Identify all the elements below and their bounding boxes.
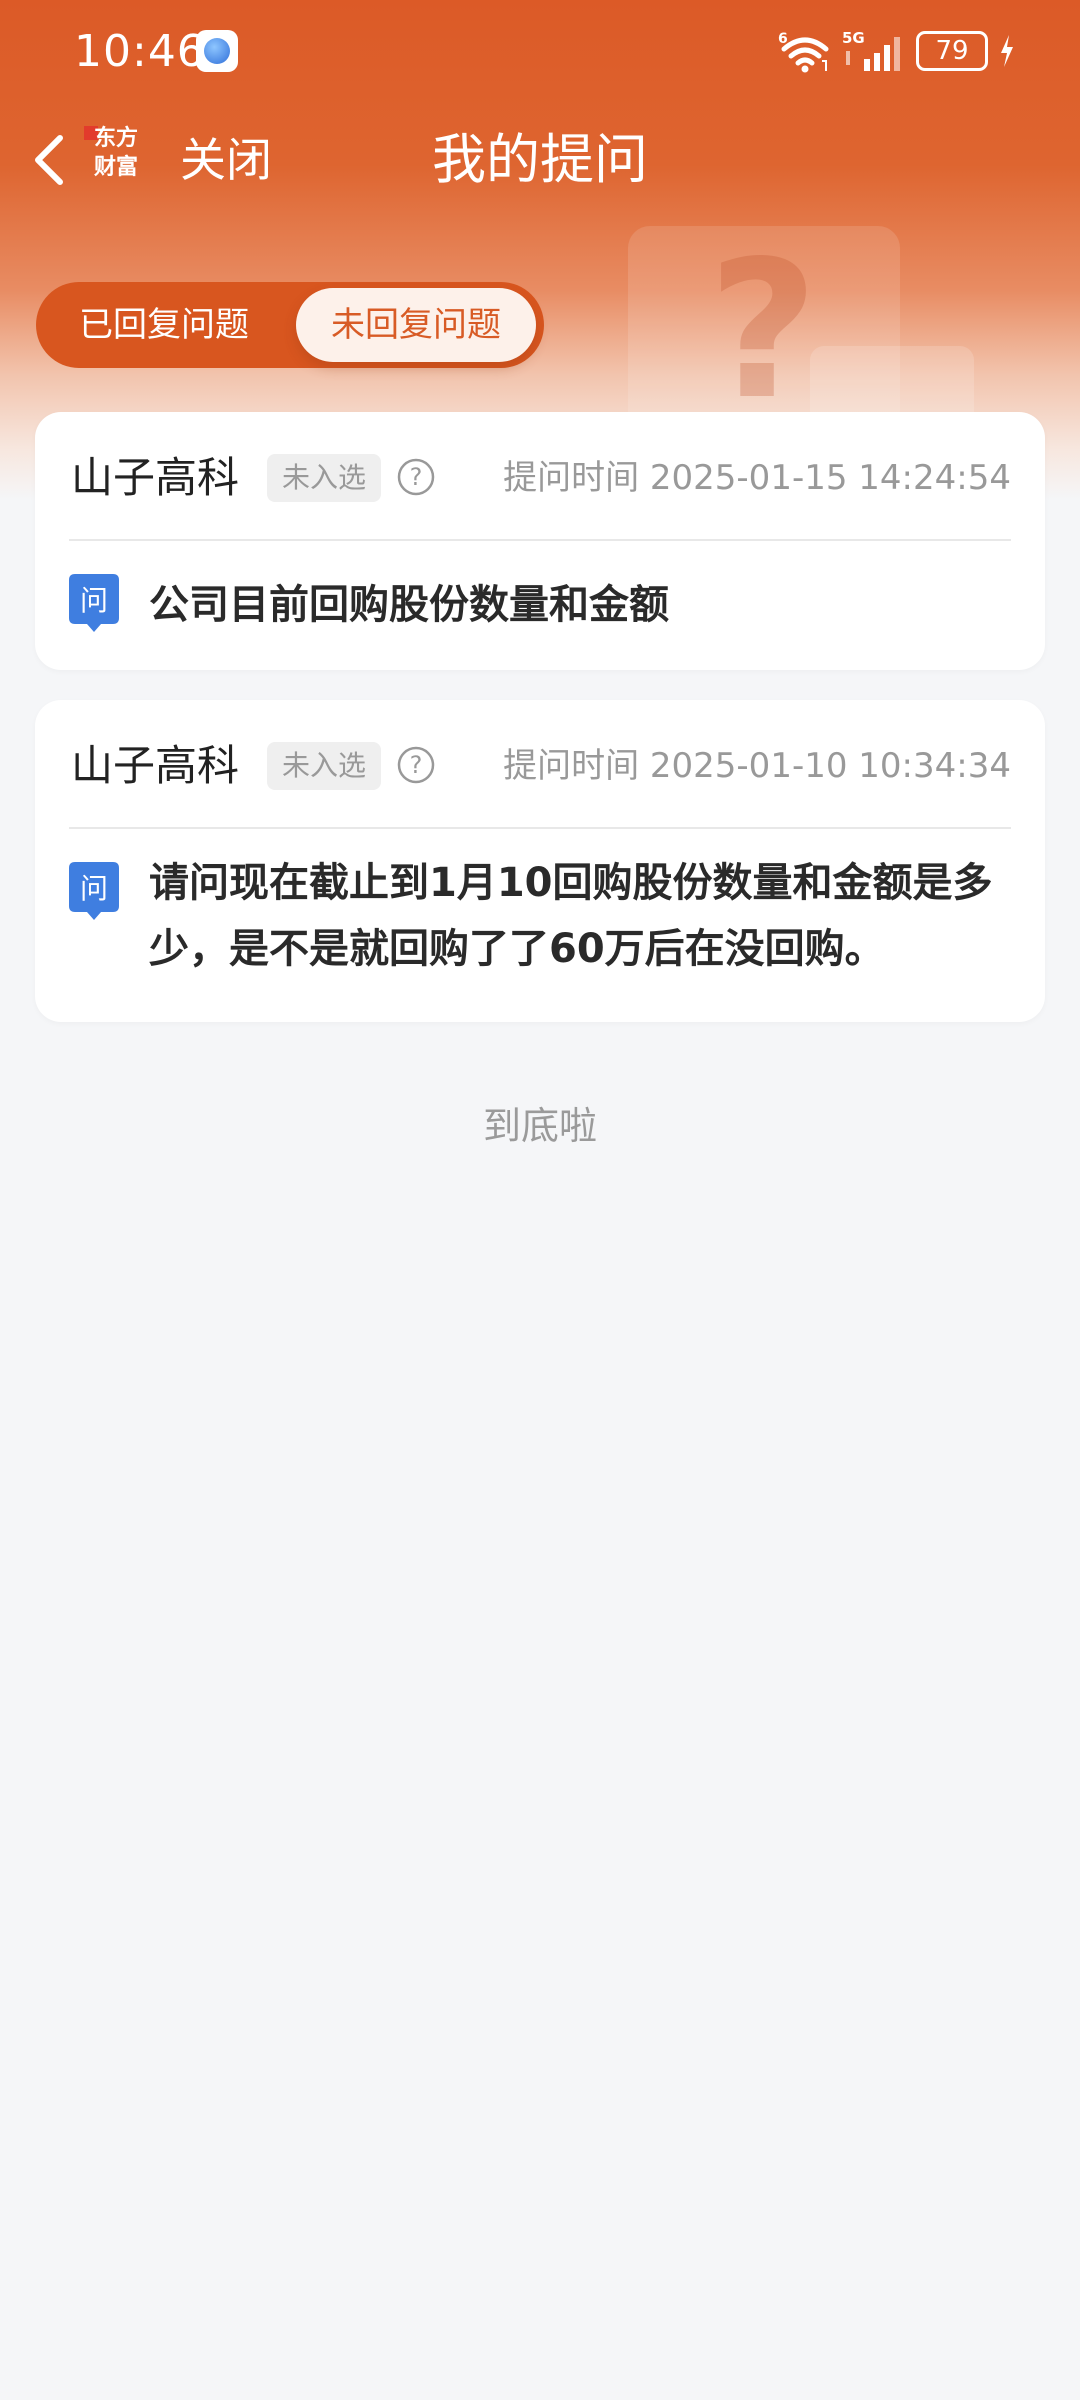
network-type: 5G <box>842 29 865 47</box>
decorative-question-mark-icon: ? <box>708 220 819 441</box>
end-of-list-text: 到底啦 <box>482 1104 597 1148</box>
question-icon-label: 问 <box>80 872 108 905</box>
svg-text:?: ? <box>410 751 423 779</box>
status-badge: 未入选 <box>267 742 381 790</box>
divider <box>69 827 1011 829</box>
ask-time: 提问时间 2025-01-15 14:24:54 <box>503 452 1011 504</box>
ask-time: 提问时间 2025-01-10 10:34:34 <box>503 740 1011 792</box>
company-name: 山子高科 <box>71 741 240 790</box>
reply-status-tabs: 已回复问题 未回复问题 <box>36 282 544 368</box>
ask-time-value: 2025-01-15 14:24:54 <box>649 458 1011 498</box>
company-name: 山子高科 <box>71 453 240 502</box>
charging-bolt-icon <box>1001 35 1013 67</box>
question-icon-label: 问 <box>80 584 108 617</box>
tab-answered[interactable]: 已回复问题 <box>36 282 292 368</box>
question-text: 请问现在截止到1月10回购股份数量和金额是多少，是不是就回购了了60万后在没回购… <box>149 860 993 972</box>
status-indicators: 6 5G 79 <box>778 26 1016 76</box>
svg-text:?: ? <box>410 463 423 491</box>
question-mark-badge-icon: 问 <box>69 862 119 920</box>
wifi-icon: 6 <box>778 31 829 73</box>
question-mark-badge-icon: 问 <box>69 574 119 632</box>
status-time: 10:46 <box>74 26 206 77</box>
status-badge: 未入选 <box>267 454 381 502</box>
status-bar: 10:46 6 5G 79 <box>0 0 1080 100</box>
ask-time-label: 提问时间 <box>503 746 640 786</box>
page-title: 我的提问 <box>432 128 648 191</box>
divider <box>69 539 1011 541</box>
navigation-bar: 东方财富 关闭 我的提问 <box>0 110 1080 210</box>
help-icon[interactable]: ? <box>396 745 436 785</box>
question-card[interactable]: 山子高科 未入选 ? 提问时间 2025-01-10 10:34:34 问 请问… <box>35 700 1045 1022</box>
ask-time-value: 2025-01-10 10:34:34 <box>649 746 1011 786</box>
question-card[interactable]: 山子高科 未入选 ? 提问时间 2025-01-15 14:24:54 问 公司… <box>35 412 1045 670</box>
battery-level: 79 <box>916 31 988 71</box>
browser-app-icon <box>196 30 238 72</box>
ask-time-label: 提问时间 <box>503 458 640 498</box>
question-text: 公司目前回购股份数量和金额 <box>149 582 669 628</box>
tab-unanswered[interactable]: 未回复问题 <box>296 288 536 362</box>
cellular-signal-icon: 5G <box>842 29 900 71</box>
help-icon[interactable]: ? <box>396 457 436 497</box>
